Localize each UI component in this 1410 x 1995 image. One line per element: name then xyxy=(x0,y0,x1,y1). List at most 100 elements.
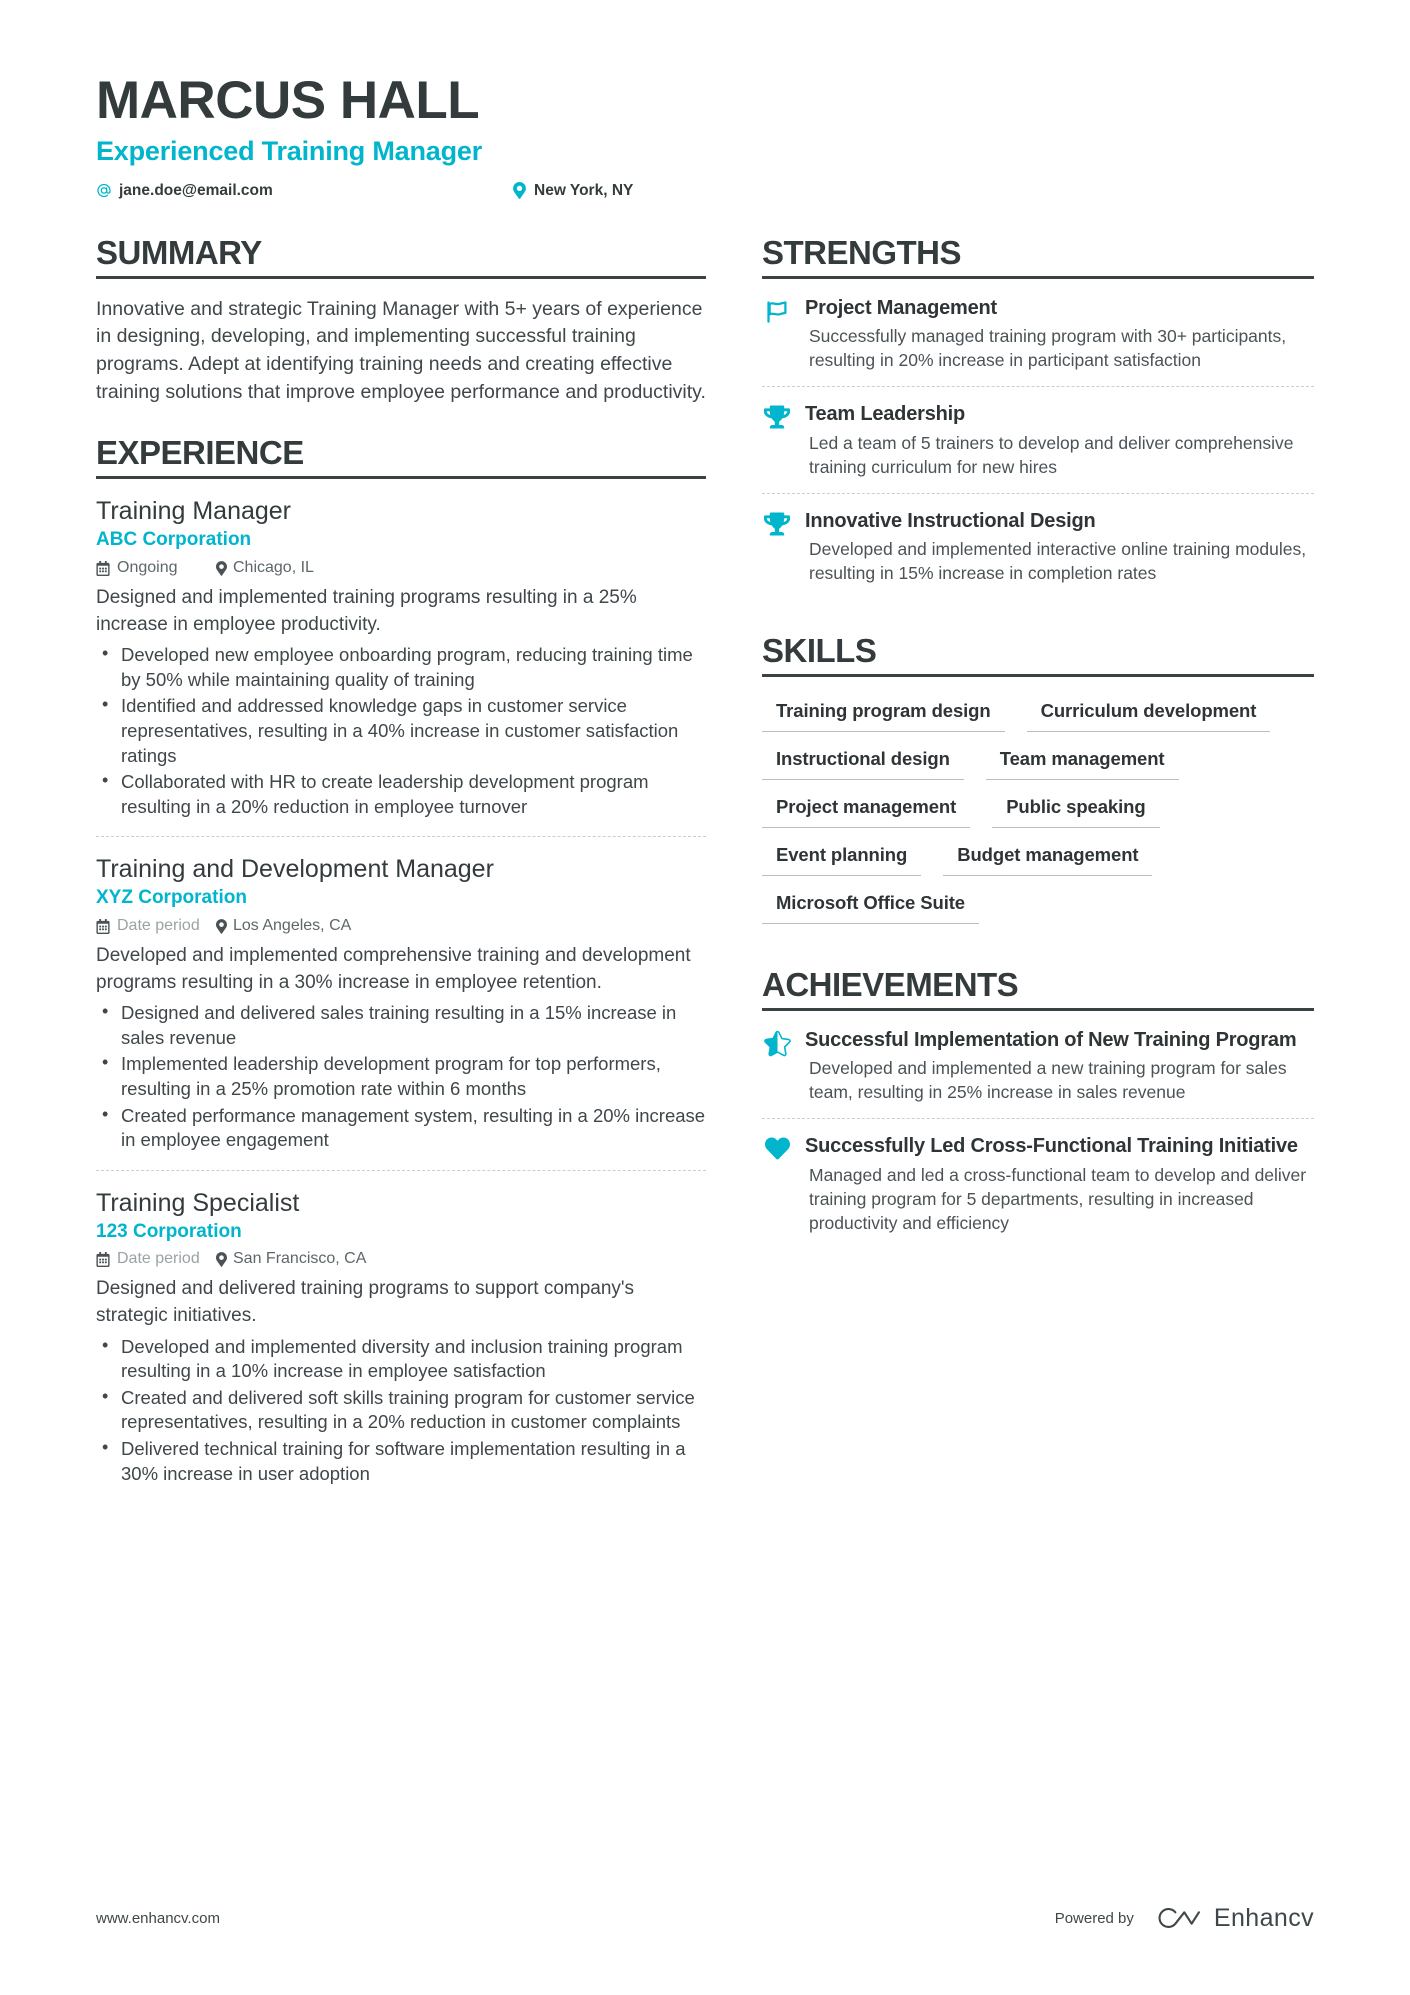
experience-bullet: Collaborated with HR to create leadershi… xyxy=(96,769,706,819)
experience-location: San Francisco, CA xyxy=(216,1250,366,1268)
experience-bullet: Identified and addressed knowledge gaps … xyxy=(96,693,706,768)
section-skills: SKILLS Training program design Curriculu… xyxy=(762,633,1314,934)
trophy-icon xyxy=(762,402,792,479)
enhancv-mark-icon xyxy=(1151,1903,1203,1933)
experience-location: Chicago, IL xyxy=(216,559,314,577)
strength-title: Team Leadership xyxy=(805,403,966,426)
achievement-title: Successfully Led Cross-Functional Traini… xyxy=(805,1135,1298,1158)
experience-meta: Ongoing Chicago, IL xyxy=(96,559,706,577)
resume-header: MARCUS HALL Experienced Training Manager… xyxy=(96,72,1314,200)
candidate-name: MARCUS HALL xyxy=(96,71,480,130)
experience-date-value: Ongoing xyxy=(117,559,178,576)
powered-by-label: Powered by xyxy=(1054,1909,1134,1927)
experience-bullet: Implemented leadership development progr… xyxy=(96,1051,706,1101)
strength-item: Project Management Successfully managed … xyxy=(762,296,1314,387)
skills-list: Training program design Curriculum devel… xyxy=(762,694,1314,934)
contact-location-value: New York, NY xyxy=(534,181,634,199)
section-summary: SUMMARY Innovative and strategic Trainin… xyxy=(96,235,706,407)
experience-bullet: Designed and delivered sales training re… xyxy=(96,1000,706,1050)
section-achievements: ACHIEVEMENTS Successful Implementation o… xyxy=(762,967,1314,1249)
strengths-heading: STRENGTHS xyxy=(762,235,1314,279)
flag-icon xyxy=(762,296,792,373)
strength-item: Innovative Instructional Design Develope… xyxy=(762,492,1314,600)
experience-bullet: Developed and implemented diversity and … xyxy=(96,1334,706,1384)
experience-date-value: Date period xyxy=(117,1250,200,1268)
achievement-description: Developed and implemented a new training… xyxy=(809,1057,1287,1103)
contact-row: jane.doe@email.com New York, NY xyxy=(96,182,1314,200)
achievements-heading: ACHIEVEMENTS xyxy=(762,967,1314,1011)
experience-location: Los Angeles, CA xyxy=(216,917,351,935)
right-column: STRENGTHS Project Management Successfull… xyxy=(762,235,1314,1510)
skill-tag: Event planning xyxy=(762,838,922,876)
strength-title: Project Management xyxy=(805,296,998,319)
experience-company: ABC Corporation xyxy=(96,529,252,551)
footer-website[interactable]: www.enhancv.com xyxy=(96,1910,220,1927)
resume-footer: www.enhancv.com Powered by Enhancv xyxy=(96,1903,1314,1933)
experience-description: Developed and implemented comprehensive … xyxy=(96,945,691,993)
calendar-icon xyxy=(96,1251,110,1267)
experience-bullet: Delivered technical training for softwar… xyxy=(96,1436,706,1486)
left-column: SUMMARY Innovative and strategic Trainin… xyxy=(96,235,706,1510)
resume-page: MARCUS HALL Experienced Training Manager… xyxy=(0,0,1410,1995)
half-star-icon xyxy=(762,1028,792,1105)
experience-role: Training and Development Manager xyxy=(96,855,494,884)
skill-tag: Project management xyxy=(762,790,971,828)
experience-description: Designed and implemented training progra… xyxy=(96,587,637,635)
experience-bullet: Created performance management system, r… xyxy=(96,1103,706,1153)
strength-item: Team Leadership Led a team of 5 trainers… xyxy=(762,386,1314,493)
experience-date: Date period xyxy=(96,917,216,935)
experience-heading: EXPERIENCE xyxy=(96,435,706,480)
experience-date: Ongoing xyxy=(96,559,216,577)
experience-description: Designed and delivered training programs… xyxy=(96,1278,635,1327)
skill-tag: Public speaking xyxy=(992,790,1160,828)
summary-heading: SUMMARY xyxy=(96,235,706,279)
location-pin-icon xyxy=(511,182,527,200)
skill-tag: Team management xyxy=(985,742,1179,780)
strength-title: Innovative Instructional Design xyxy=(805,509,1096,532)
heart-icon xyxy=(762,1134,792,1235)
experience-location-value: San Francisco, CA xyxy=(233,1250,367,1268)
skill-tag: Instructional design xyxy=(762,742,964,780)
skill-tag: Training program design xyxy=(762,694,1005,732)
experience-location-value: Los Angeles, CA xyxy=(233,917,352,935)
enhancv-logo: Enhancv xyxy=(1151,1903,1314,1933)
location-pin-icon xyxy=(216,1252,227,1267)
section-strengths: STRENGTHS Project Management Successfull… xyxy=(762,235,1314,600)
achievement-item: Successful Implementation of New Trainin… xyxy=(762,1028,1314,1119)
contact-email[interactable]: jane.doe@email.com xyxy=(96,182,511,200)
at-icon xyxy=(96,182,112,199)
experience-bullet: Created and delivered soft skills traini… xyxy=(96,1385,706,1435)
section-experience: EXPERIENCE Training Manager ABC Corporat… xyxy=(96,435,706,1503)
experience-bullets: Developed and implemented diversity and … xyxy=(96,1334,706,1487)
candidate-job-title: Experienced Training Manager xyxy=(96,136,483,167)
calendar-icon xyxy=(96,560,110,576)
experience-company: XYZ Corporation xyxy=(96,887,247,909)
achievement-title: Successful Implementation of New Trainin… xyxy=(805,1028,1297,1051)
experience-role: Training Specialist xyxy=(96,1188,300,1217)
trophy-icon xyxy=(762,509,792,586)
experience-item: Training and Development Manager XYZ Cor… xyxy=(96,836,706,1169)
experience-role: Training Manager xyxy=(96,497,292,526)
skills-heading: SKILLS xyxy=(762,633,1314,677)
contact-location: New York, NY xyxy=(511,182,633,200)
contact-email-value: jane.doe@email.com xyxy=(119,181,273,199)
footer-branding: Powered by Enhancv xyxy=(1055,1903,1314,1933)
experience-date: Date period xyxy=(96,1250,216,1268)
experience-meta: Date period Los Angeles, CA xyxy=(96,917,706,935)
achievement-description: Managed and led a cross-functional team … xyxy=(809,1164,1307,1233)
experience-date-value: Date period xyxy=(117,917,200,935)
experience-bullets: Developed new employee onboarding progra… xyxy=(96,642,706,819)
experience-company: 123 Corporation xyxy=(96,1220,242,1242)
experience-bullet: Developed new employee onboarding progra… xyxy=(96,642,706,692)
summary-text: Innovative and strategic Training Manage… xyxy=(96,297,706,403)
resume-body: SUMMARY Innovative and strategic Trainin… xyxy=(96,235,1314,1510)
achievement-item: Successfully Led Cross-Functional Traini… xyxy=(762,1118,1314,1249)
skill-tag: Curriculum development xyxy=(1026,694,1271,732)
calendar-icon xyxy=(96,918,110,934)
location-pin-icon xyxy=(216,918,227,934)
skill-tag: Microsoft Office Suite xyxy=(762,886,979,924)
experience-item: Training Specialist 123 Corporation Date… xyxy=(96,1169,706,1503)
location-pin-icon xyxy=(216,560,227,576)
strength-description: Developed and implemented interactive on… xyxy=(809,539,1307,584)
experience-item: Training Manager ABC Corporation Ongoing xyxy=(96,496,706,836)
